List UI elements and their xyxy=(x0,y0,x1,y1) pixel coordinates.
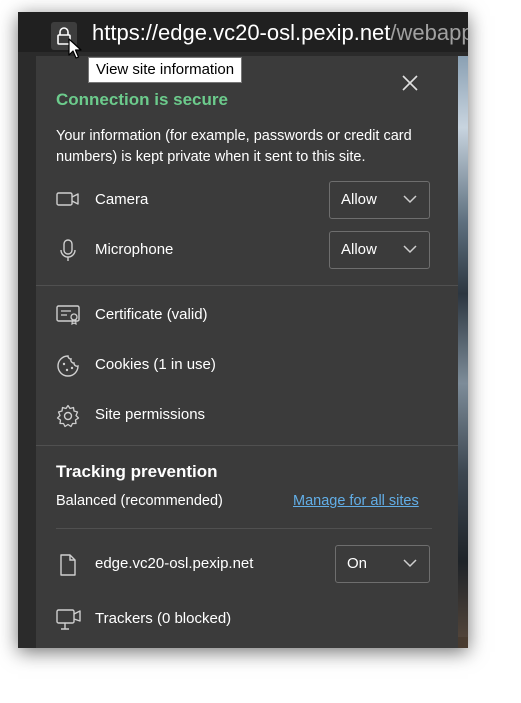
manage-for-all-sites-link[interactable]: Manage for all sites xyxy=(293,493,419,509)
trackers-icon xyxy=(56,609,81,630)
camera-permission-select[interactable]: Allow xyxy=(329,181,430,219)
chevron-down-icon xyxy=(403,559,417,568)
tracking-prevention-title: Tracking prevention xyxy=(56,462,218,481)
camera-label: Camera xyxy=(95,191,149,208)
certificate-item[interactable]: Certificate (valid) xyxy=(56,301,436,331)
tracking-divider xyxy=(56,528,432,529)
tracking-prevention-mode: Balanced (recommended) xyxy=(56,493,223,509)
cookie-icon xyxy=(57,355,79,377)
section-divider xyxy=(36,285,458,286)
chevron-down-icon xyxy=(403,245,417,254)
url-host: https://edge.vc20-osl.pexip.net xyxy=(92,20,391,45)
site-tracking-select[interactable]: On xyxy=(335,545,430,583)
close-icon xyxy=(402,75,418,91)
microphone-label: Microphone xyxy=(95,241,174,258)
browser-screenshot: https://edge.vc20-osl.pexip.net/webapp/ … xyxy=(18,12,468,648)
gear-icon xyxy=(56,404,80,428)
cookies-label: Cookies (1 in use) xyxy=(95,356,216,373)
view-site-information-tooltip: View site information xyxy=(88,57,243,83)
trackers-label: Trackers (0 blocked) xyxy=(95,610,232,627)
microphone-permission-select[interactable]: Allow xyxy=(329,231,430,269)
trackers-item[interactable]: Trackers (0 blocked) xyxy=(56,605,436,635)
site-tracking-value: On xyxy=(347,555,368,572)
chevron-down-icon xyxy=(403,195,417,204)
site-permissions-label: Site permissions xyxy=(95,406,206,423)
site-info-flyout: Connection is secure Your information (f… xyxy=(36,56,458,648)
microphone-permission-value: Allow xyxy=(341,241,377,258)
background-video-image xyxy=(458,56,468,648)
section-divider xyxy=(36,445,458,446)
camera-permission-value: Allow xyxy=(341,191,377,208)
connection-status-title: Connection is secure xyxy=(56,90,228,109)
site-permissions-item[interactable]: Site permissions xyxy=(56,401,436,431)
certificate-icon xyxy=(56,305,80,326)
site-domain-label: edge.vc20-osl.pexip.net xyxy=(95,555,254,572)
camera-icon xyxy=(56,192,79,206)
certificate-label: Certificate (valid) xyxy=(95,306,208,323)
connection-description: Your information (for example, passwords… xyxy=(56,128,412,165)
close-button[interactable] xyxy=(402,75,418,91)
url-text[interactable]: https://edge.vc20-osl.pexip.net/webapp/ xyxy=(92,20,468,46)
address-bar: https://edge.vc20-osl.pexip.net/webapp/ xyxy=(18,12,468,52)
page-icon xyxy=(60,554,76,576)
url-path: /webapp/ xyxy=(390,20,468,45)
microphone-icon xyxy=(60,239,76,261)
cookies-item[interactable]: Cookies (1 in use) xyxy=(56,351,436,381)
mouse-cursor-icon xyxy=(68,38,82,59)
